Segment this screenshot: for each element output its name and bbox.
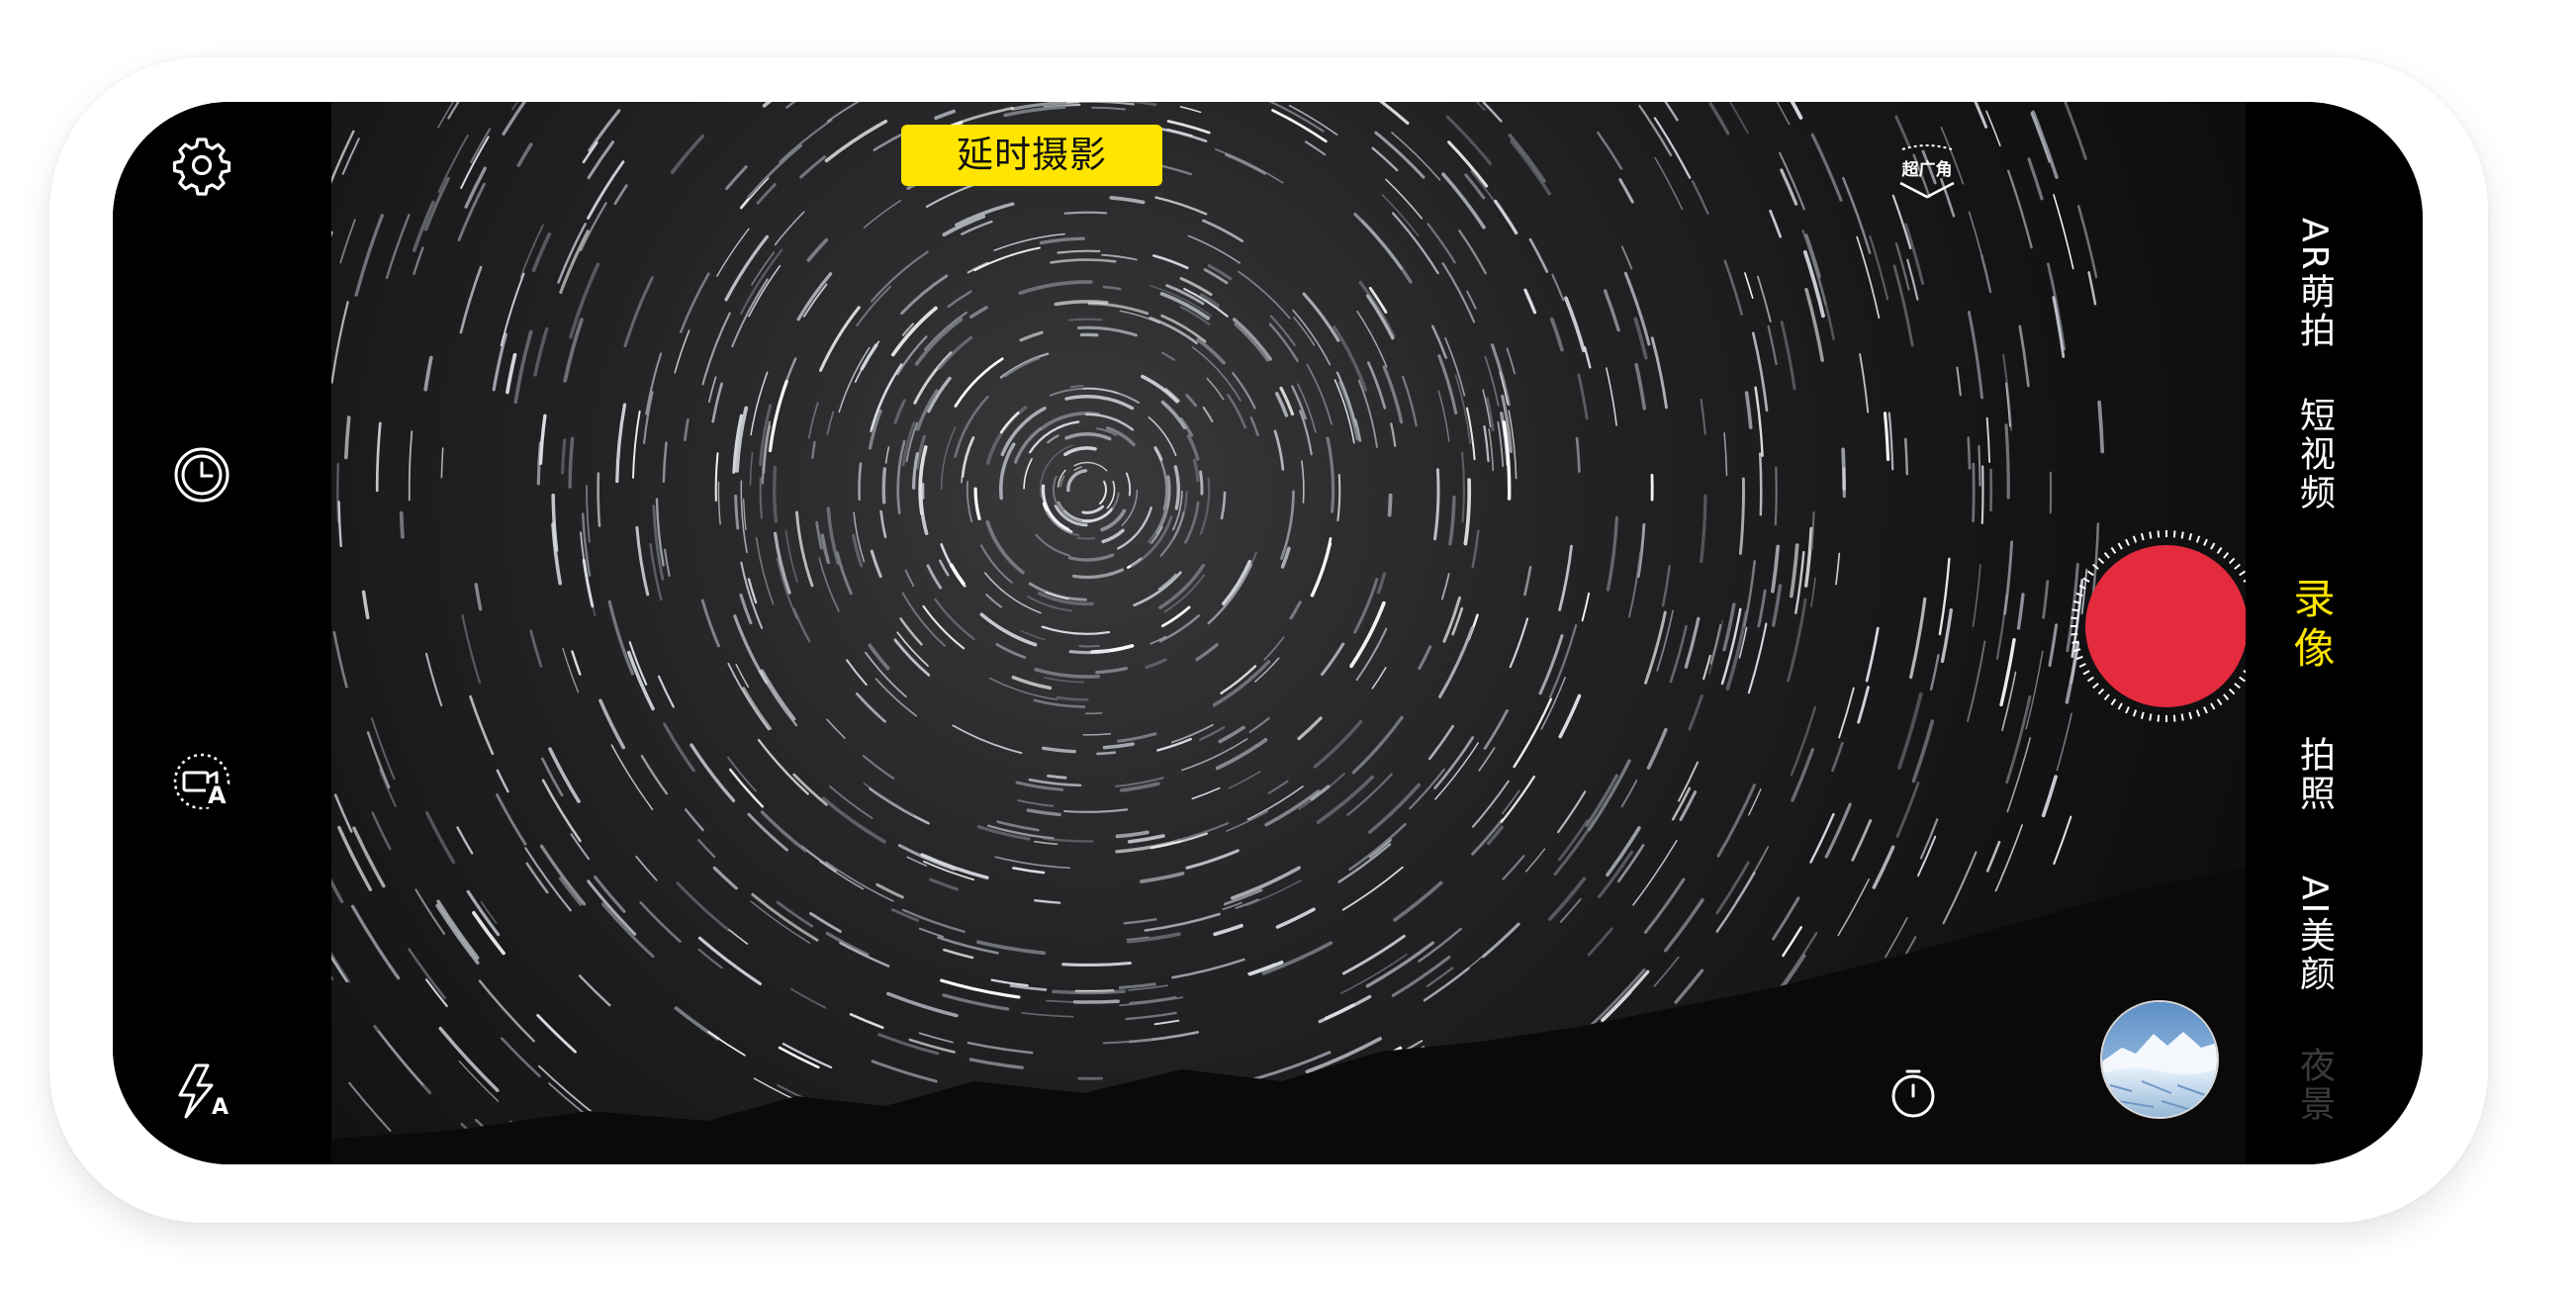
clock-icon[interactable] bbox=[170, 443, 233, 507]
mode-banner: 延时摄影 bbox=[901, 125, 1162, 186]
wide-angle-button[interactable]: 超广角 bbox=[1894, 143, 1960, 203]
record-core bbox=[2085, 545, 2246, 707]
star-trails-image bbox=[331, 102, 2246, 1164]
flash-auto-icon[interactable]: A bbox=[170, 1060, 233, 1123]
left-toolbar: A A bbox=[113, 102, 331, 1164]
mode-ai-beauty[interactable]: AI美颜 bbox=[2290, 876, 2338, 993]
mode-short-video[interactable]: 短视频 bbox=[2290, 397, 2338, 512]
camera-screen: A A 延时摄影 超广角 AR萌拍 短视频 录像 拍照 AI美颜 夜景 bbox=[113, 102, 2423, 1164]
record-button[interactable] bbox=[2068, 527, 2246, 725]
mode-video[interactable]: 录像 bbox=[2287, 577, 2336, 676]
mountain-silhouette bbox=[331, 869, 2246, 1164]
mode-night[interactable]: 夜景 bbox=[2290, 1047, 2338, 1124]
video-camera-auto-icon[interactable]: A bbox=[170, 750, 233, 813]
glacier-thumbnail-image bbox=[2102, 1002, 2217, 1117]
gear-icon[interactable] bbox=[170, 134, 233, 197]
mode-ar-sticker[interactable]: AR萌拍 bbox=[2290, 218, 2338, 350]
flash-auto-badge: A bbox=[212, 1095, 230, 1120]
viewfinder[interactable]: 延时摄影 超广角 bbox=[331, 102, 2246, 1164]
mode-photo[interactable]: 拍照 bbox=[2290, 736, 2338, 813]
mode-selector: AR萌拍 短视频 录像 拍照 AI美颜 夜景 bbox=[2246, 102, 2423, 1164]
wide-angle-label: 超广角 bbox=[1901, 160, 1953, 180]
auto-badge: A bbox=[206, 782, 229, 809]
stopwatch-icon[interactable] bbox=[1886, 1065, 1941, 1121]
gallery-thumbnail[interactable] bbox=[2100, 1000, 2219, 1119]
